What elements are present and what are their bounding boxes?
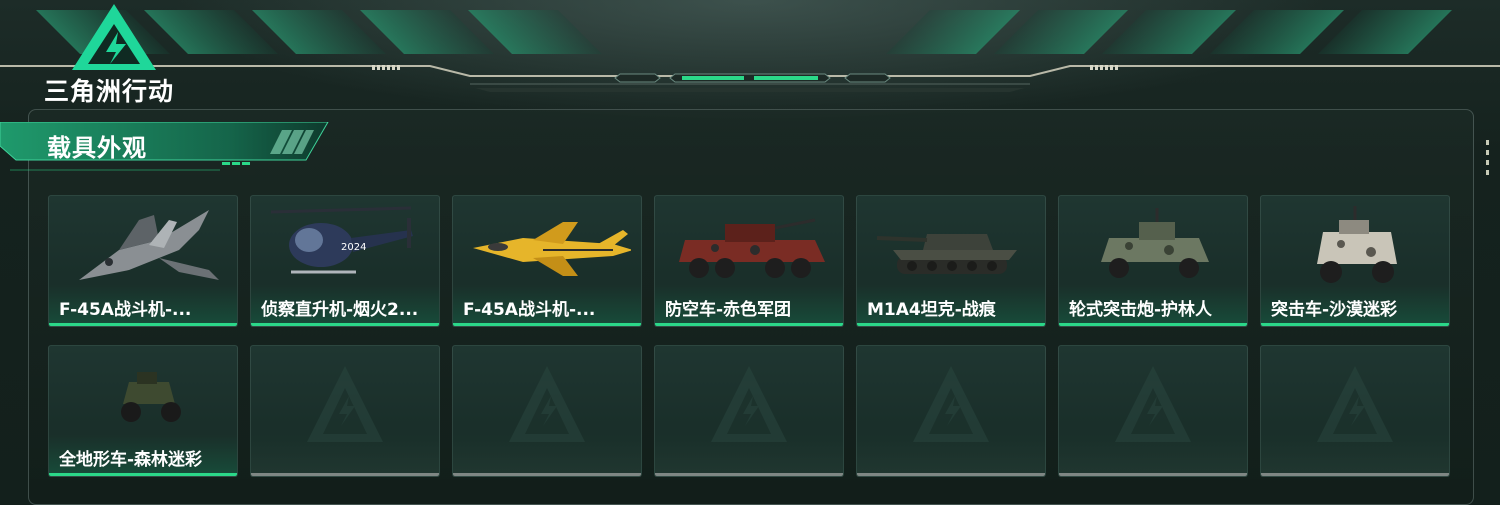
empty-slot[interactable] — [856, 345, 1046, 477]
fighter-jet-icon — [473, 222, 631, 276]
assault-vehicle-icon — [1317, 206, 1397, 283]
tank-icon — [876, 234, 1017, 274]
aa-vehicle-icon — [679, 218, 825, 278]
empty-slot[interactable] — [250, 345, 440, 477]
rarity-bar — [1261, 473, 1449, 476]
rarity-bar — [49, 473, 237, 476]
rarity-bar — [251, 323, 439, 326]
rarity-bar — [49, 323, 237, 326]
rarity-bar — [1059, 473, 1247, 476]
empty-slot[interactable] — [452, 345, 642, 477]
vehicle-label: M1A4坦克-战痕 — [867, 300, 996, 320]
vehicle-label: 防空车-赤色军团 — [665, 300, 792, 320]
rarity-bar — [453, 323, 641, 326]
vehicle-card-f45a-yellow[interactable]: F-45A战斗机-... — [452, 195, 642, 327]
vehicle-label: 轮式突击炮-护林人 — [1069, 300, 1213, 320]
vehicle-card-atv[interactable]: 全地形车-森林迷彩 — [48, 345, 238, 477]
helicopter-icon: 2024 — [270, 206, 413, 274]
empty-slot[interactable] — [654, 345, 844, 477]
scroll-indicator[interactable] — [1486, 140, 1490, 180]
rarity-bar — [251, 473, 439, 476]
vehicle-label: 突击车-沙漠迷彩 — [1271, 300, 1398, 320]
rarity-bar — [857, 473, 1045, 476]
vehicle-card-m1a4-tank[interactable]: M1A4坦克-战痕 — [856, 195, 1046, 327]
empty-slot[interactable] — [1058, 345, 1248, 477]
vehicle-label: F-45A战斗机-... — [463, 300, 596, 320]
vehicle-card-scout-helicopter[interactable]: 2024 侦察直升机-烟火2... — [250, 195, 440, 327]
rarity-bar — [1059, 323, 1247, 326]
vehicle-label: 侦察直升机-烟火2... — [261, 300, 419, 320]
rarity-bar — [453, 473, 641, 476]
atv-icon — [121, 372, 181, 422]
logo-text: 三角洲行动 — [44, 77, 175, 106]
vehicle-card-assault-vehicle[interactable]: 突击车-沙漠迷彩 — [1260, 195, 1450, 327]
vehicle-label: 全地形车-森林迷彩 — [59, 450, 203, 470]
vehicle-label: F-45A战斗机-... — [59, 300, 192, 320]
rarity-bar — [857, 323, 1045, 326]
vehicle-card-f45a-camo[interactable]: F-45A战斗机-... — [48, 195, 238, 327]
header-frame — [0, 65, 1500, 92]
rarity-bar — [655, 323, 843, 326]
rarity-bar — [1261, 323, 1449, 326]
vehicle-card-aa-vehicle[interactable]: 防空车-赤色军团 — [654, 195, 844, 327]
empty-slot[interactable] — [1260, 345, 1450, 477]
svg-text:2024: 2024 — [341, 242, 366, 253]
wheeled-gun-icon — [1101, 208, 1209, 278]
fighter-jet-icon — [79, 210, 219, 280]
vehicle-card-wheeled-assault-gun[interactable]: 轮式突击炮-护林人 — [1058, 195, 1248, 327]
section-title: 载具外观 — [47, 134, 147, 162]
rarity-bar — [655, 473, 843, 476]
